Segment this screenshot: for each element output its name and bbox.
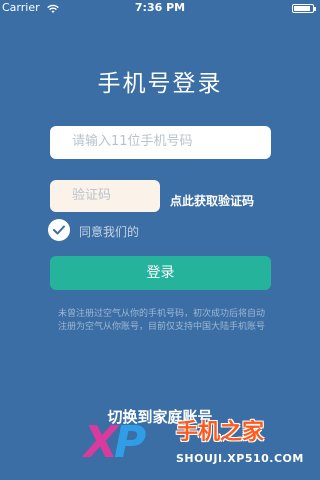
- status-time: 7:36 PM: [134, 1, 186, 14]
- watermark: XP 手机之家 SHOUJI.XP510.COM: [84, 412, 320, 480]
- status-bar: Carrier 7:36 PM: [0, 0, 320, 16]
- agree-checkbox[interactable]: [48, 219, 70, 241]
- login-button[interactable]: 登录: [50, 256, 271, 290]
- watermark-url: SHOUJI.XP510.COM: [176, 452, 304, 465]
- checkmark-icon: [53, 225, 65, 235]
- agreement-prefix: 同意我们的: [79, 225, 140, 239]
- phone-input[interactable]: 请输入11位手机号码: [50, 126, 271, 159]
- agreement-row: 同意我们的: [48, 219, 288, 243]
- agreement-text: 同意我们的: [79, 223, 139, 240]
- registration-notice: 未曾注册过空气从你的手机号码，初次成功后将自动注册为空气从你账号，目前仅支持中国…: [58, 309, 266, 332]
- page-title: 手机号登录: [97, 71, 223, 97]
- verification-code-input[interactable]: 验证码: [50, 180, 160, 212]
- battery-icon: [292, 4, 316, 13]
- watermark-logo: XP: [84, 417, 146, 468]
- watermark-name: 手机之家: [176, 420, 265, 445]
- get-code-button[interactable]: 点此获取验证码: [170, 192, 254, 209]
